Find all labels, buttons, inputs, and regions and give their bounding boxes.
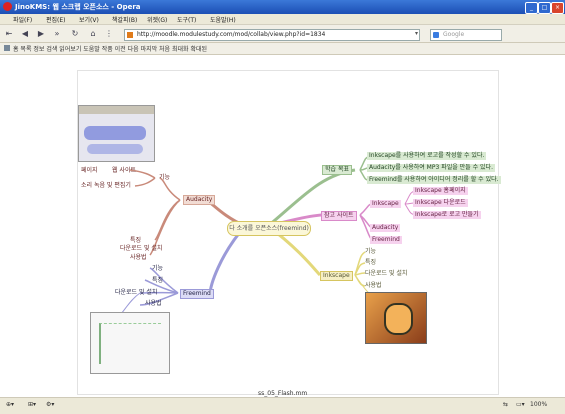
links-freemind[interactable]: Freemind <box>370 236 402 244</box>
freemind-sub-feature[interactable]: 기능 <box>150 265 165 273</box>
branch-goal[interactable]: 학습 목표 <box>322 165 352 175</box>
panel-toggle-icon[interactable]: ⊕▾ <box>6 401 14 408</box>
freemind-sub-usage[interactable]: 사용법 <box>143 300 164 308</box>
links-audacity[interactable]: Audacity <box>370 224 401 232</box>
tiger-face <box>384 303 413 335</box>
goal-item-2[interactable]: Audacity를 사용하여 MP3 파일을 만들 수 있다. <box>367 164 495 172</box>
audacity-item-install[interactable]: 다운로드 및 설치 <box>118 245 164 253</box>
zoom-level[interactable]: 100% <box>530 401 547 408</box>
audacity-site-label[interactable]: 페이지 <box>79 167 100 175</box>
audacity-screenshot <box>78 105 155 162</box>
inkscape-install[interactable]: 다운로드 및 설치 <box>363 270 409 278</box>
branch-links[interactable]: 참고 사이트 <box>321 211 357 221</box>
links-inkscape[interactable]: Inkscape <box>370 200 401 208</box>
inkscape-usage[interactable]: 사용법 <box>363 282 384 290</box>
waveform-2 <box>87 144 143 154</box>
audacity-desc[interactable]: 소리 녹음 및 편집기 <box>79 182 133 190</box>
sync-icon[interactable]: ⇆ <box>503 401 508 408</box>
inkscape-feature[interactable]: 기능 <box>363 248 378 256</box>
freemind-sub-traits[interactable]: 특징 <box>150 277 165 285</box>
audacity-item-features[interactable]: 특징 <box>128 237 143 245</box>
branch-freemind[interactable]: Freemind <box>180 289 214 299</box>
settings-icon[interactable]: ⚙▾ <box>46 401 54 408</box>
status-bar: ⊕▾ ⊞▾ ⚙▾ ⇆ ▭▾ 100% <box>0 397 565 414</box>
toolbar-strip <box>79 106 154 114</box>
links-inkscape-logo[interactable]: Inkscape로 로고 만들기 <box>413 211 481 219</box>
goal-item-1[interactable]: Inkscape를 사용하여 로고를 작성할 수 있다. <box>367 152 487 160</box>
waveform <box>84 126 146 140</box>
freemind-lines <box>99 323 161 364</box>
mindmap-connectors <box>119 156 416 316</box>
links-inkscape-home[interactable]: Inkscape 홈페이지 <box>413 187 468 195</box>
goal-item-3[interactable]: Freemind를 사용하여 아이디어 정리를 할 수 있다. <box>367 176 501 184</box>
branch-audacity[interactable]: Audacity <box>183 195 216 205</box>
freemind-sub-install[interactable]: 다운로드 및 설치 <box>113 289 159 297</box>
links-inkscape-download[interactable]: Inkscape 다운로드 <box>413 199 468 207</box>
branch-inkscape[interactable]: Inkscape <box>320 271 353 281</box>
mindmap-root[interactable]: 다 소개를 오픈소스(freemind) <box>227 221 311 236</box>
speed-dial-icon[interactable]: ⊞▾ <box>28 401 36 408</box>
tiger-image <box>365 292 427 344</box>
inkscape-traits[interactable]: 특징 <box>363 259 378 267</box>
audacity-feature[interactable]: 기능 <box>157 174 172 182</box>
mindmap-filename: ss_05_Flash.mm <box>258 390 308 397</box>
audacity-site-value[interactable]: 웹 사이트 <box>110 167 138 175</box>
audacity-item-usage[interactable]: 사용법 <box>128 254 149 262</box>
freemind-screenshot <box>90 312 170 374</box>
view-icon[interactable]: ▭▾ <box>516 401 525 408</box>
